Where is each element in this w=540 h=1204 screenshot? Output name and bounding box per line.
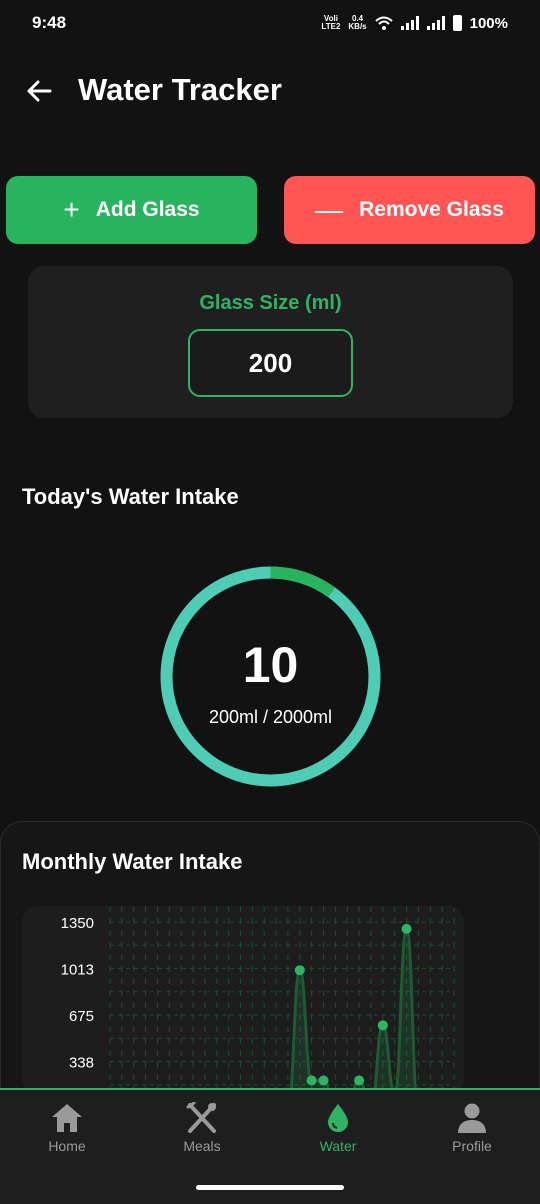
intake-summary: 200ml / 2000ml: [208, 707, 333, 727]
utensils-icon: [186, 1102, 216, 1133]
monthly-title: Monthly Water Intake: [22, 849, 243, 874]
wifi-icon: [374, 16, 393, 30]
data-point: [401, 923, 412, 934]
speed-indicator: 0.4 KB/s: [348, 14, 367, 31]
nav-profile[interactable]: Profile: [422, 1102, 522, 1166]
intake-progress-ring: 10 200ml / 2000ml: [160, 566, 381, 787]
signal-icon: [400, 16, 419, 30]
data-point: [354, 1075, 365, 1086]
add-glass-label: Add Glass: [95, 198, 200, 221]
y-tick-label: 1013: [61, 962, 94, 979]
battery-icon: [452, 15, 462, 31]
status-icons: Voli LTE2 0.4 KB/s 100%: [321, 15, 508, 32]
network-indicator: Voli LTE2: [321, 14, 341, 31]
glass-size-card: Glass Size (ml): [28, 266, 513, 418]
data-point: [318, 1075, 329, 1086]
home-indicator[interactable]: [196, 1185, 344, 1190]
nav-profile-label: Profile: [452, 1138, 492, 1154]
glass-size-label: Glass Size (ml): [199, 292, 342, 314]
battery-level: 100%: [469, 14, 508, 32]
add-glass-button[interactable]: + Add Glass: [6, 176, 257, 244]
person-icon: [458, 1103, 486, 1133]
status-time: 9:48: [32, 13, 67, 32]
signal-icon-2: [426, 16, 445, 30]
nav-water-label: Water: [319, 1138, 357, 1154]
today-title: Today's Water Intake: [22, 484, 239, 509]
data-point: [377, 1020, 388, 1031]
monthly-chart-svg: 1350 1013 675 338: [61, 906, 455, 1096]
y-tick-label: 1350: [61, 915, 94, 932]
nav-home[interactable]: Home: [17, 1102, 117, 1166]
app-header: Water Tracker: [0, 62, 540, 118]
minus-icon: —: [315, 194, 344, 225]
glass-count: 10: [242, 637, 299, 693]
nav-meals-label: Meals: [183, 1138, 221, 1154]
y-tick-label: 338: [69, 1055, 94, 1072]
y-tick-label: 675: [69, 1008, 94, 1025]
data-point: [306, 1075, 317, 1086]
monthly-chart: 1350 1013 675 338: [22, 906, 464, 1096]
glass-size-input[interactable]: [188, 329, 353, 397]
home-icon: [52, 1104, 82, 1132]
water-drop-icon: [328, 1104, 348, 1132]
status-bar: 9:48 Voli LTE2 0.4 KB/s 100%: [0, 0, 540, 46]
data-point: [294, 965, 305, 976]
plus-icon: +: [63, 194, 80, 225]
nav-water[interactable]: Water: [288, 1102, 388, 1166]
remove-glass-label: Remove Glass: [359, 198, 504, 221]
nav-home-label: Home: [48, 1138, 86, 1154]
nav-meals[interactable]: Meals: [152, 1102, 252, 1166]
remove-glass-button[interactable]: — Remove Glass: [284, 176, 535, 244]
arrow-left-icon[interactable]: [22, 74, 56, 108]
page-title: Water Tracker: [78, 72, 282, 107]
